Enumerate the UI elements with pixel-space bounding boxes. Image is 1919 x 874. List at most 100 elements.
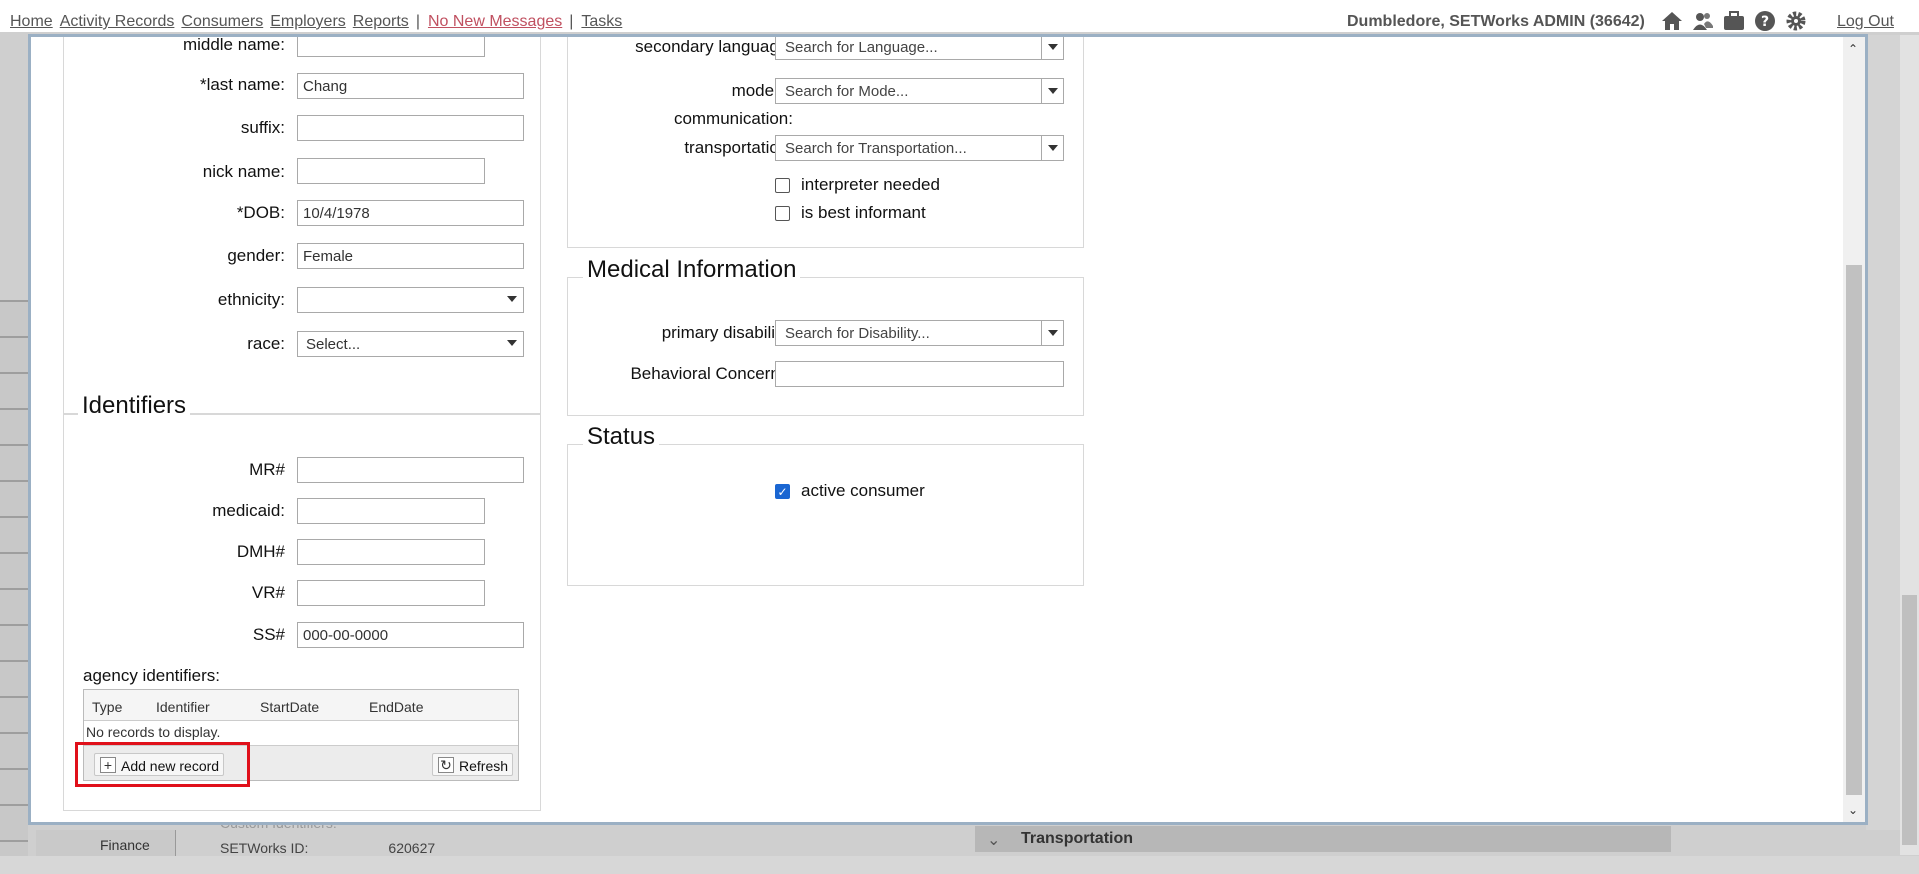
refresh-icon: ↻ — [438, 757, 454, 773]
nav-separator: | — [569, 13, 574, 30]
last-name-label: *last name: — [199, 75, 285, 94]
chevron-down-icon: ⌄ — [987, 832, 1001, 849]
chevron-down-icon — [507, 296, 517, 302]
mode-label-line2: communication: — [673, 109, 793, 128]
behavioral-concerns-label: Behavioral Concerns: — [630, 364, 793, 383]
nick-name-input[interactable] — [297, 158, 485, 184]
column-type[interactable]: Type — [92, 699, 122, 715]
medicaid-label: medicaid: — [212, 501, 285, 520]
chevron-up-icon[interactable]: ⌃ — [1848, 43, 1860, 55]
dob-label: *DOB: — [236, 203, 285, 222]
transportation-header-label: Transportation — [1021, 830, 1134, 847]
secondary-language-placeholder: Search for Language... — [785, 39, 938, 56]
nick-name-label: nick name: — [202, 162, 285, 181]
users-icon[interactable] — [1691, 10, 1715, 32]
active-consumer-checkbox[interactable]: ✓ — [775, 484, 790, 499]
race-label: race: — [247, 334, 285, 353]
ss-label: SS# — [252, 625, 285, 644]
highlight-box — [75, 742, 250, 787]
background-panel — [1866, 35, 1904, 830]
top-navigation: Home Activity Records Consumers Employers Re… — [0, 0, 1919, 32]
agency-identifiers-label: agency identifiers: — [83, 666, 221, 685]
behavioral-concerns-input[interactable] — [775, 361, 1064, 387]
mode-placeholder: Search for Mode... — [785, 83, 909, 100]
transportation-combobox[interactable]: Search for Transportation... — [775, 135, 1064, 161]
page-scrollbar[interactable] — [1900, 35, 1919, 855]
setworks-id-label: SETWorks ID: — [220, 840, 309, 856]
identifiers-legend: Identifiers — [78, 392, 191, 420]
page-scrollbar-thumb[interactable] — [1902, 595, 1917, 845]
gender-label: gender: — [227, 246, 285, 265]
nav-reports-link[interactable]: Reports — [353, 13, 409, 30]
logout-link[interactable]: Log Out — [1837, 13, 1894, 31]
background-transportation-header: ⌄ Transportation — [975, 826, 1671, 852]
gear-icon[interactable] — [1784, 10, 1808, 32]
ethnicity-label: ethnicity: — [217, 290, 285, 309]
interpreter-label: interpreter needed — [801, 175, 940, 194]
middle-name-input[interactable] — [297, 37, 485, 57]
secondary-language-label: secondary language: — [635, 37, 793, 56]
nav-employers-link[interactable]: Employers — [270, 13, 346, 30]
grid-header: Type Identifier StartDate EndDate — [84, 690, 518, 721]
transportation-label: transportation: — [684, 138, 793, 157]
suffix-input[interactable] — [297, 115, 524, 141]
briefcase-icon[interactable] — [1722, 10, 1746, 32]
mode-label: mode of — [731, 81, 793, 100]
interpreter-checkbox[interactable] — [775, 178, 790, 193]
nav-home-link[interactable]: Home — [10, 13, 53, 30]
chevron-down-icon[interactable] — [1041, 37, 1063, 59]
primary-disability-label: primary disability: — [661, 323, 793, 342]
chevron-down-icon[interactable] — [1041, 136, 1063, 160]
informant-checkbox[interactable] — [775, 206, 790, 221]
ethnicity-select[interactable] — [297, 287, 524, 313]
dialog-scrollbar[interactable]: ⌃ ⌄ — [1843, 37, 1865, 822]
chevron-down-icon[interactable]: ⌄ — [1848, 804, 1860, 816]
nav-messages-link[interactable]: No New Messages — [428, 13, 562, 30]
dmh-input[interactable] — [297, 539, 485, 565]
svg-text:?: ? — [1761, 14, 1769, 30]
nav-consumers-link[interactable]: Consumers — [181, 13, 263, 30]
dialog-scrollbar-thumb[interactable] — [1846, 265, 1862, 795]
column-identifier[interactable]: Identifier — [156, 699, 210, 715]
secondary-language-combobox[interactable]: Search for Language... — [775, 37, 1064, 60]
vr-input[interactable] — [297, 580, 485, 606]
column-enddate[interactable]: EndDate — [369, 699, 423, 715]
chevron-down-icon[interactable] — [1041, 79, 1063, 103]
race-select-value: Select... — [306, 336, 361, 353]
nav-icons: ? — [1660, 10, 1808, 32]
status-legend: Status — [583, 423, 660, 451]
race-select[interactable]: Select... — [297, 331, 524, 357]
dob-input[interactable]: 10/4/1978 — [297, 200, 524, 226]
medical-info-legend: Medical Information — [583, 256, 801, 284]
consumer-edit-dialog: middle name: *last name: Chang suffix: n… — [28, 34, 1868, 825]
home-icon[interactable] — [1660, 10, 1684, 32]
suffix-label: suffix: — [240, 118, 285, 137]
ss-input[interactable]: 000-00-0000 — [297, 622, 524, 648]
primary-disability-combobox[interactable]: Search for Disability... — [775, 320, 1064, 346]
middle-name-label: middle name: — [182, 35, 285, 54]
chevron-down-icon[interactable] — [1041, 321, 1063, 345]
mr-input[interactable] — [297, 457, 524, 483]
last-name-input[interactable]: Chang — [297, 73, 524, 99]
active-consumer-label: active consumer — [801, 481, 925, 500]
gender-input[interactable]: Female — [297, 243, 524, 269]
chevron-down-icon — [507, 340, 517, 346]
nav-links: Home Activity Records Consumers Employers Re… — [10, 13, 629, 31]
nav-tasks-link[interactable]: Tasks — [581, 13, 622, 30]
refresh-label: Refresh — [459, 758, 509, 774]
column-startdate[interactable]: StartDate — [260, 699, 319, 715]
vr-label: VR# — [251, 583, 285, 602]
medicaid-input[interactable] — [297, 498, 485, 524]
current-user: Dumbledore, SETWorks ADMIN (36642) — [1347, 13, 1645, 30]
horizontal-scrollbar[interactable] — [0, 856, 1919, 874]
informant-label: is best informant — [801, 203, 926, 222]
medical-info-section — [567, 277, 1084, 416]
nav-separator: | — [415, 13, 420, 30]
transportation-placeholder: Search for Transportation... — [785, 140, 967, 157]
refresh-button[interactable]: ↻ Refresh — [432, 753, 514, 776]
mode-combobox[interactable]: Search for Mode... — [775, 78, 1064, 104]
status-section — [567, 444, 1084, 586]
nav-activity-records-link[interactable]: Activity Records — [60, 13, 175, 30]
help-icon[interactable]: ? — [1753, 10, 1777, 32]
dmh-label: DMH# — [236, 542, 285, 561]
